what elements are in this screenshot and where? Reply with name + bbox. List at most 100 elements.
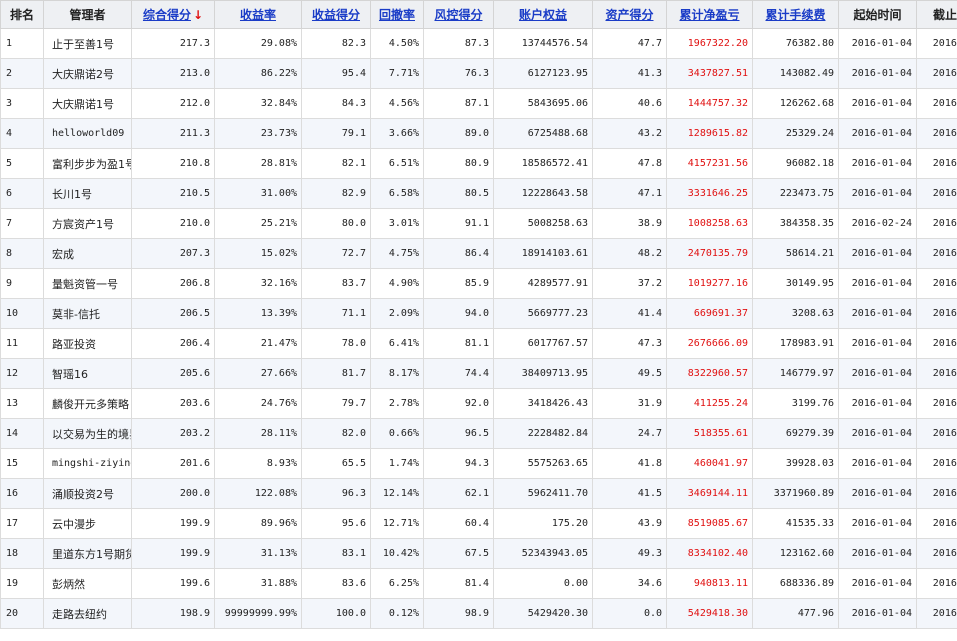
cell-asset-score: 49.3 (592, 538, 667, 569)
cell-start-date: 2016-02-24 (838, 208, 917, 239)
cell-composite-score: 217.3 (131, 28, 215, 59)
cell-asset-score: 41.3 (592, 58, 667, 89)
cell-rank: 3 (0, 88, 44, 119)
cell-return-score: 81.7 (301, 358, 371, 389)
cell-manager: 止于至善1号 (43, 28, 132, 59)
cell-rank: 20 (0, 598, 44, 629)
cell-manager: 走路去纽约 (43, 598, 132, 629)
header-risk-score[interactable]: 风控得分 (423, 0, 494, 29)
cell-return-rate: 13.39% (214, 298, 302, 329)
cell-cumulative-pnl: 5429418.30 (666, 598, 753, 629)
cell-return-rate: 15.02% (214, 238, 302, 269)
header-return-score[interactable]: 收益得分 (301, 0, 371, 29)
cell-asset-score: 47.1 (592, 178, 667, 209)
cell-end-date: 2016-05-13 (916, 268, 957, 299)
cell-drawdown: 0.12% (370, 598, 424, 629)
cell-account-equity: 5575263.65 (493, 448, 593, 479)
cell-return-rate: 89.96% (214, 508, 302, 539)
cell-cumulative-fees: 3371960.89 (752, 478, 839, 509)
cell-start-date: 2016-01-04 (838, 568, 917, 599)
cell-cumulative-pnl: 669691.37 (666, 298, 753, 329)
cell-end-date: 2016-05-13 (916, 328, 957, 359)
cell-cumulative-fees: 143082.49 (752, 58, 839, 89)
cell-return-rate: 32.16% (214, 268, 302, 299)
cell-account-equity: 12228643.58 (493, 178, 593, 209)
cell-drawdown: 6.41% (370, 328, 424, 359)
header-manager: 管理者 (43, 0, 132, 29)
cell-manager: 大庆鼎诺1号 (43, 88, 132, 119)
cell-start-date: 2016-01-04 (838, 388, 917, 419)
cell-cumulative-fees: 3208.63 (752, 298, 839, 329)
cell-rank: 5 (0, 148, 44, 179)
cell-return-rate: 122.08% (214, 478, 302, 509)
cell-return-score: 79.7 (301, 388, 371, 419)
cell-rank: 4 (0, 118, 44, 149)
cell-risk-score: 87.3 (423, 28, 494, 59)
cell-cumulative-fees: 126262.68 (752, 88, 839, 119)
cell-composite-score: 210.5 (131, 178, 215, 209)
cell-composite-score: 199.6 (131, 568, 215, 599)
cell-asset-score: 47.8 (592, 148, 667, 179)
cell-return-rate: 31.13% (214, 538, 302, 569)
cell-rank: 16 (0, 478, 44, 509)
header-drawdown[interactable]: 回撤率 (370, 0, 424, 29)
cell-start-date: 2016-01-04 (838, 58, 917, 89)
cell-risk-score: 96.5 (423, 418, 494, 449)
cell-risk-score: 87.1 (423, 88, 494, 119)
header-account-equity[interactable]: 账户权益 (493, 0, 593, 29)
cell-return-rate: 21.47% (214, 328, 302, 359)
cell-return-score: 84.3 (301, 88, 371, 119)
header-return-rate[interactable]: 收益率 (214, 0, 302, 29)
cell-end-date: 2016-02-26 (916, 238, 957, 269)
table-row: 20 走路去纽约 198.9 99999999.99% 100.0 0.12% 98.9 54… (0, 598, 957, 629)
cell-end-date: 2016-05-13 (916, 118, 957, 149)
cell-cumulative-fees: 58614.21 (752, 238, 839, 269)
cell-cumulative-pnl: 2470135.79 (666, 238, 753, 269)
cell-drawdown: 4.75% (370, 238, 424, 269)
cell-cumulative-fees: 223473.75 (752, 178, 839, 209)
cell-drawdown: 7.71% (370, 58, 424, 89)
header-composite-score-label: 综合得分 (142, 8, 191, 22)
header-asset-score-label: 资产得分 (605, 8, 654, 22)
cell-return-score: 96.3 (301, 478, 371, 509)
cell-end-date: 2016-05-13 (916, 28, 957, 59)
cell-cumulative-fees: 178983.91 (752, 328, 839, 359)
cell-drawdown: 2.78% (370, 388, 424, 419)
cell-start-date: 2016-01-04 (838, 118, 917, 149)
header-asset-score[interactable]: 资产得分 (592, 0, 667, 29)
cell-risk-score: 86.4 (423, 238, 494, 269)
cell-composite-score: 199.9 (131, 538, 215, 569)
cell-manager: 大庆鼎诺2号 (43, 58, 132, 89)
cell-risk-score: 76.3 (423, 58, 494, 89)
cell-account-equity: 175.20 (493, 508, 593, 539)
cell-rank: 2 (0, 58, 44, 89)
cell-asset-score: 37.2 (592, 268, 667, 299)
cell-return-score: 82.3 (301, 28, 371, 59)
cell-manager: 量魁资管一号 (43, 268, 132, 299)
header-risk-score-label: 风控得分 (434, 8, 483, 22)
cell-drawdown: 8.17% (370, 358, 424, 389)
cell-start-date: 2016-01-04 (838, 268, 917, 299)
sort-desc-arrow-icon[interactable]: ↓ (193, 8, 203, 22)
cell-start-date: 2016-01-04 (838, 28, 917, 59)
header-composite-score[interactable]: 综合得分 ↓ (131, 0, 215, 29)
cell-rank: 6 (0, 178, 44, 209)
cell-cumulative-fees: 3199.76 (752, 388, 839, 419)
cell-risk-score: 81.1 (423, 328, 494, 359)
header-cumulative-pnl[interactable]: 累计净盈亏 (666, 0, 753, 29)
cell-asset-score: 31.9 (592, 388, 667, 419)
cell-manager: 长川1号 (43, 178, 132, 209)
cell-return-score: 78.0 (301, 328, 371, 359)
cell-account-equity: 4289577.91 (493, 268, 593, 299)
cell-account-equity: 13744576.54 (493, 28, 593, 59)
cell-manager: 智瑶16 (43, 358, 132, 389)
header-cumulative-fees[interactable]: 累计手续费 (752, 0, 839, 29)
cell-risk-score: 94.0 (423, 298, 494, 329)
cell-cumulative-pnl: 940813.11 (666, 568, 753, 599)
cell-drawdown: 10.42% (370, 538, 424, 569)
header-end-date: 截止时间 (916, 0, 957, 29)
table-row: 2 大庆鼎诺2号 213.0 86.22% 95.4 7.71% 76.3 6127123.9… (0, 58, 957, 89)
table-row: 4 helloworld09 211.3 23.73% 79.1 3.66% 89.0 672… (0, 118, 957, 149)
cell-rank: 15 (0, 448, 44, 479)
cell-cumulative-pnl: 3437827.51 (666, 58, 753, 89)
